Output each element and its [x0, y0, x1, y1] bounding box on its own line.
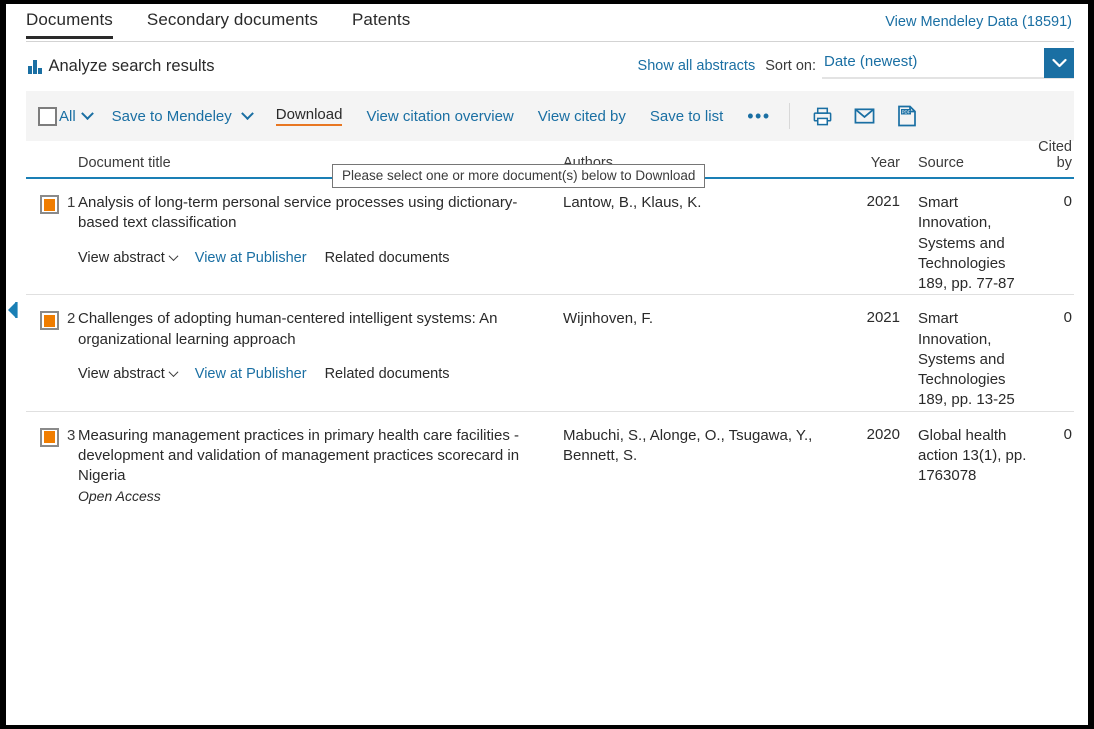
download-label: Download	[275, 106, 343, 123]
tab-documents[interactable]: Documents	[26, 4, 113, 39]
column-header-year: Year	[870, 155, 900, 171]
open-access-badge: Open Access	[78, 488, 161, 505]
document-type-icon[interactable]	[40, 427, 59, 447]
view-citation-overview-label: View citation overview	[366, 107, 514, 125]
analyze-search-results-button[interactable]: Analyze search results	[28, 57, 215, 76]
view-cited-by-label: View cited by	[537, 107, 626, 125]
save-to-mendeley-label: Save to Mendeley	[111, 107, 232, 125]
row-action-links: View abstract View at Publisher Related …	[78, 366, 549, 396]
row-authors: Lantow, B., Klaus, K.	[563, 194, 702, 211]
toolbar-divider	[788, 103, 790, 129]
table-row: 2 Challenges of adopting human-centered …	[26, 295, 1074, 412]
show-all-abstracts-link[interactable]: Show all abstracts	[638, 50, 756, 74]
download-button[interactable]: Download	[275, 106, 343, 126]
row-number: 2	[67, 310, 76, 328]
save-to-mendeley-button[interactable]: Save to Mendeley	[111, 106, 254, 125]
related-documents-link[interactable]: Related documents	[325, 366, 450, 382]
table-row: 1 Analysis of long-term personal service…	[26, 179, 1074, 296]
document-type-icon[interactable]	[40, 195, 59, 214]
results-action-toolbar: All Save to Mendeley Download View citat…	[26, 91, 1074, 141]
column-header-source: Source	[918, 155, 964, 171]
analyze-bar-right: Show all abstracts Sort on: Date (newest…	[638, 48, 1074, 79]
download-tooltip: Please select one or more document(s) be…	[332, 164, 706, 188]
row-title-cell: Challenges of adopting human-centered in…	[78, 309, 563, 410]
sort-select[interactable]: Date (newest)	[822, 48, 1074, 79]
document-title-link[interactable]: Measuring management practices in primar…	[78, 426, 549, 487]
collapse-panel-handle[interactable]	[6, 300, 20, 320]
scopus-results-page: Documents Secondary documents Patents Vi…	[6, 4, 1088, 725]
tab-patents[interactable]: Patents	[352, 4, 410, 39]
chevron-down-icon[interactable]	[1044, 48, 1074, 78]
result-type-tabs: Documents Secondary documents Patents Vi…	[6, 4, 1088, 42]
pdf-icon[interactable]: PDF	[892, 101, 922, 131]
sort-on-label: Sort on:	[765, 58, 816, 74]
row-source: Smart Innovation, Systems and Technologi…	[918, 194, 1015, 292]
view-abstract-label: View abstract	[78, 249, 165, 266]
row-number: 1	[67, 194, 76, 211]
tab-secondary-documents[interactable]: Secondary documents	[147, 4, 318, 39]
results-table: Document title Authors Year Source Cited…	[26, 139, 1074, 505]
save-to-list-button[interactable]: Save to list	[650, 108, 723, 125]
analyze-search-results-label: Analyze search results	[48, 57, 215, 75]
document-type-icon[interactable]	[40, 311, 59, 331]
bar-chart-icon	[28, 59, 42, 74]
print-icon[interactable]	[808, 101, 838, 131]
row-source: Global health action 13(1), pp. 1763078	[918, 426, 1027, 485]
row-authors: Mabuchi, S., Alonge, O., Tsugawa, Y., Be…	[563, 426, 813, 464]
row-action-links: View abstract View at Publisher Related …	[78, 250, 549, 280]
row-authors: Wijnhoven, F.	[563, 310, 654, 328]
row-select-cell: 3	[26, 426, 78, 505]
checkbox-icon[interactable]	[38, 106, 57, 126]
row-cited-by: 0	[1063, 425, 1072, 443]
sort-control: Sort on: Date (newest)	[765, 48, 1074, 79]
sort-select-value[interactable]: Date (newest)	[822, 50, 1074, 79]
row-year: 2021	[866, 193, 900, 210]
tab-secondary-documents-label: Secondary documents	[146, 10, 318, 29]
row-title-cell: Analysis of long-term personal service p…	[78, 193, 563, 294]
document-title-link[interactable]: Challenges of adopting human-centered in…	[78, 309, 549, 350]
view-cited-by-button[interactable]: View cited by	[538, 108, 626, 125]
related-documents-link[interactable]: Related documents	[325, 250, 450, 266]
column-header-cited-by: Cited by	[1038, 139, 1072, 171]
row-source: Smart Innovation, Systems and Technologi…	[918, 310, 1015, 409]
document-title-link[interactable]: Analysis of long-term personal service p…	[78, 193, 549, 234]
view-abstract-label: View abstract	[78, 365, 165, 382]
row-select-cell: 2	[26, 309, 78, 410]
chevron-down-icon	[168, 251, 179, 262]
row-year: 2020	[866, 425, 900, 443]
view-at-publisher-link[interactable]: View at Publisher	[195, 366, 307, 382]
row-select-cell: 1	[26, 193, 78, 294]
analyze-bar: Analyze search results Show all abstract…	[6, 42, 1088, 91]
chevron-down-icon	[168, 367, 179, 378]
row-title-cell: Measuring management practices in primar…	[78, 426, 563, 505]
chevron-down-icon[interactable]	[240, 106, 254, 120]
chevron-down-icon[interactable]	[80, 106, 94, 120]
more-options-button[interactable]: •••	[747, 107, 770, 125]
tab-patents-label: Patents	[351, 10, 411, 29]
view-abstract-button[interactable]: View abstract	[78, 365, 179, 382]
row-cited-by: 0	[1063, 193, 1072, 210]
row-number: 3	[67, 426, 76, 444]
tab-documents-label: Documents	[26, 10, 113, 29]
save-to-list-label: Save to list	[649, 107, 724, 125]
table-row: 3 Measuring management practices in prim…	[26, 412, 1074, 505]
select-all-checkbox[interactable]: All	[38, 106, 94, 126]
row-cited-by: 0	[1063, 309, 1072, 327]
view-at-publisher-link[interactable]: View at Publisher	[195, 250, 307, 266]
view-abstract-button[interactable]: View abstract	[78, 249, 179, 266]
row-year: 2021	[866, 309, 900, 327]
email-icon[interactable]	[850, 101, 880, 131]
view-citation-overview-button[interactable]: View citation overview	[366, 108, 513, 125]
select-all-label: All	[59, 107, 76, 125]
view-mendeley-data-link[interactable]: View Mendeley Data (18591)	[885, 14, 1072, 30]
svg-text:PDF: PDF	[901, 109, 910, 114]
